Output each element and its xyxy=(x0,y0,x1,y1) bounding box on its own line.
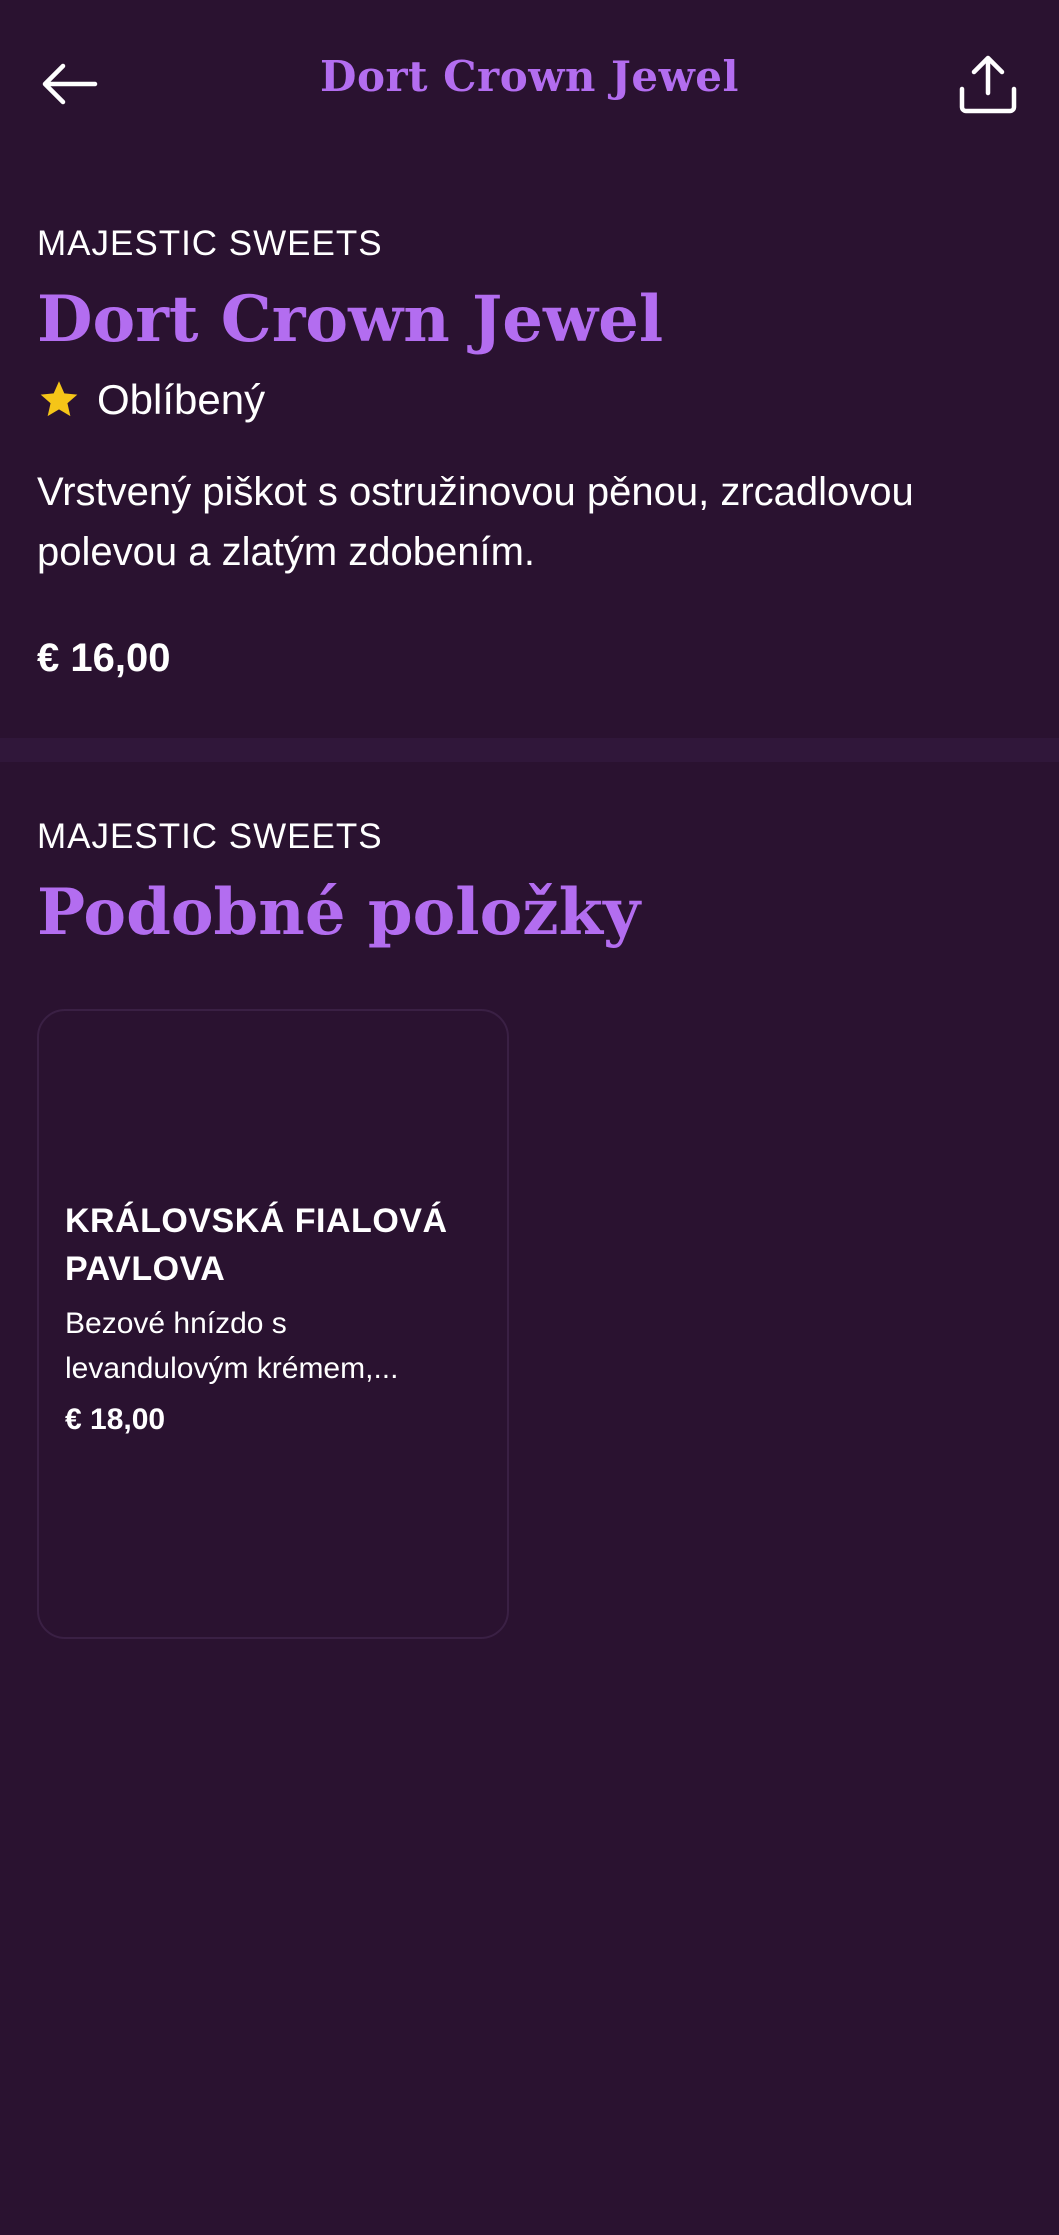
product-name: Dort Crown Jewel xyxy=(37,282,664,357)
similar-item-card[interactable]: KRÁLOVSKÁ FIALOVÁ PAVLOVA Bezové hnízdo … xyxy=(37,1009,509,1639)
favorite-badge: Oblíbený xyxy=(37,372,1027,428)
star-icon xyxy=(40,381,78,417)
header-title: Dort Crown Jewel xyxy=(320,52,739,101)
app-header: Dort Crown Jewel xyxy=(0,0,1059,165)
product-detail: MAJESTIC SWEETS Dort Crown Jewel Oblíben… xyxy=(37,222,1027,681)
similar-item-name: KRÁLOVSKÁ FIALOVÁ PAVLOVA xyxy=(65,1202,448,1288)
section-divider xyxy=(0,738,1059,762)
badge-label: Oblíbený xyxy=(97,376,266,423)
similar-item-description: Bezové hnízdo s levandulovým krémem,... xyxy=(65,1307,399,1385)
share-button[interactable] xyxy=(951,48,1025,122)
similar-items-section: MAJESTIC SWEETS Podobné položky KRÁLOVSK… xyxy=(37,815,1027,1639)
similar-brand-label: MAJESTIC SWEETS xyxy=(37,817,383,856)
share-icon xyxy=(959,55,1017,114)
similar-item-price: € 18,00 xyxy=(65,1403,166,1436)
similar-section-title: Podobné položky xyxy=(37,875,641,950)
brand-label: MAJESTIC SWEETS xyxy=(37,224,383,263)
product-description: Vrstvený piškot s ostružinovou pěnou, zr… xyxy=(37,470,914,574)
product-price: € 16,00 xyxy=(37,636,171,680)
